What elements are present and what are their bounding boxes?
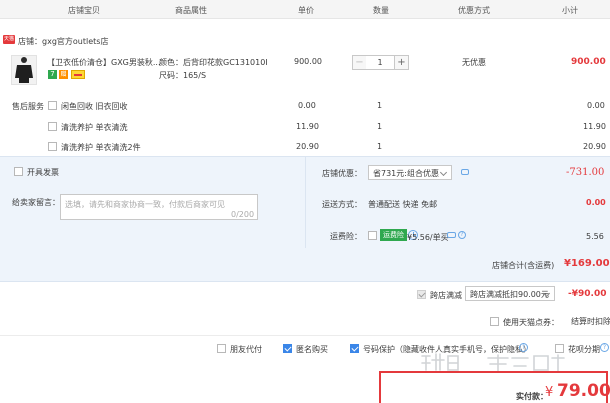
cross-store-select[interactable]: 跨店满减抵扣90.00元 [465, 286, 555, 301]
product-attr-size: 尺码：165/S [159, 71, 207, 80]
after-sales-label: 售后服务 [12, 102, 44, 111]
payment-currency: ¥ [545, 385, 554, 400]
after-sales-price-1: 0.00 [298, 101, 316, 110]
table-header: 店铺宝贝 商品属性 单价 数量 优惠方式 小计 [0, 0, 610, 19]
col-header-price: 单价 [298, 6, 314, 15]
col-header-promo: 优惠方式 [458, 6, 490, 15]
help-icon[interactable]: ? [458, 231, 466, 239]
after-sales-checkbox-2[interactable] [48, 122, 57, 131]
anonymous-label: 匿名购买 [296, 345, 328, 354]
shipping-amount: 0.00 [586, 198, 606, 207]
cross-store-checkbox[interactable] [417, 290, 426, 299]
product-attr-color: 颜色：后背印花款GC131010I [159, 58, 268, 67]
huabei-help-icon[interactable]: ? [600, 343, 609, 352]
tmall-points-value: 结算时扣除 [571, 317, 610, 326]
after-sales-price-3: 20.90 [296, 142, 319, 151]
chat-bubble-icon[interactable] [461, 169, 469, 175]
after-sales-name-1: 闲鱼回收 旧衣回收 [61, 102, 128, 111]
product-price: 900.00 [294, 57, 322, 66]
col-header-attr: 商品属性 [175, 6, 207, 15]
qty-decrease-button[interactable]: − [352, 55, 367, 70]
after-sales-subtotal-1: 0.00 [587, 101, 605, 110]
after-sales-name-3: 清洗养护 单衣清洗2件 [61, 143, 141, 152]
after-sales-price-2: 11.90 [296, 122, 319, 131]
tmall-points-label: 使用天猫点券： [503, 318, 559, 327]
after-sales-name-2: 清洗养护 单衣清洗 [61, 123, 128, 132]
chat-bubble-icon-2[interactable] [447, 232, 456, 238]
col-header-item: 店铺宝贝 [68, 6, 100, 15]
shop-discount-label: 店铺优惠： [322, 169, 362, 178]
after-sales-qty-1: 1 [377, 101, 383, 110]
product-promo: 无优惠 [462, 58, 486, 67]
shop-total-label: 店铺合计(含运费) [492, 261, 555, 270]
after-sales-checkbox-3[interactable] [48, 142, 57, 151]
product-title-link[interactable]: 【卫衣低价清仓】GXG男装秋... [47, 57, 161, 68]
col-header-subtotal: 小计 [562, 6, 578, 15]
col-header-qty: 数量 [373, 6, 389, 15]
huabei-label: 花呗分期 [568, 345, 600, 354]
seven-day-return-badge: 7 [48, 70, 57, 79]
payment-label: 实付款： [516, 392, 548, 401]
privacy-checkbox[interactable] [350, 344, 359, 353]
friend-pay-checkbox[interactable] [217, 344, 226, 353]
insurance-amount: 5.56 [586, 232, 604, 241]
after-sales-subtotal-2: 11.90 [583, 122, 606, 131]
after-sales-checkbox-1[interactable] [48, 101, 57, 110]
product-subtotal: 900.00 [571, 57, 606, 67]
cross-store-amount: -¥90.00 [568, 289, 607, 299]
insurance-tag: 运费险 [380, 229, 407, 241]
after-sales-subtotal-3: 20.90 [583, 142, 606, 151]
divider [0, 335, 610, 336]
after-sales-qty-2: 1 [377, 122, 383, 131]
invoice-checkbox[interactable] [14, 167, 23, 176]
product-image [15, 57, 33, 83]
shipping-value: 普通配送 快递 免邮 [368, 200, 438, 209]
shop-discount-select[interactable]: 省731元:组合优惠 [368, 165, 452, 180]
insurance-value: ¥5.56/单买 [407, 233, 449, 242]
shop-discount-amount: -731.00 [566, 167, 605, 178]
tmall-points-checkbox[interactable] [490, 317, 499, 326]
tmall-badge-icon: 天猫 [3, 35, 15, 44]
shop-name-link[interactable]: gxg官方outlets店 [42, 37, 108, 46]
after-sales-qty-3: 1 [377, 142, 383, 151]
shop-label: 店铺：gxg官方outlets店 [18, 37, 109, 46]
shop-total-amount: ¥169.00 [564, 258, 610, 269]
panel-divider [305, 157, 306, 248]
message-textarea[interactable]: 选填，请先和商家协商一致，付款后商家可见 0/200 [60, 194, 258, 220]
shipping-label: 运送方式： [322, 200, 362, 209]
payment-amount: 79.00 [557, 381, 610, 401]
card-badge-icon [71, 70, 85, 79]
message-label: 给卖家留言： [12, 198, 60, 207]
cross-store-label: 跨店满减 [430, 291, 462, 300]
message-counter: 0/200 [231, 210, 255, 219]
insurance-checkbox[interactable] [368, 231, 377, 240]
invoice-label: 开具发票 [27, 168, 59, 177]
anonymous-checkbox[interactable] [283, 344, 292, 353]
qty-input[interactable]: 1 [366, 55, 394, 70]
message-placeholder: 选填，请先和商家协商一致，付款后商家可见 [65, 200, 225, 209]
gift-badge: 赠 [59, 70, 68, 79]
product-thumbnail[interactable] [11, 55, 37, 85]
insurance-label: 运费险： [330, 232, 362, 241]
qty-increase-button[interactable]: + [394, 55, 409, 70]
friend-pay-label: 朋友代付 [230, 345, 262, 354]
